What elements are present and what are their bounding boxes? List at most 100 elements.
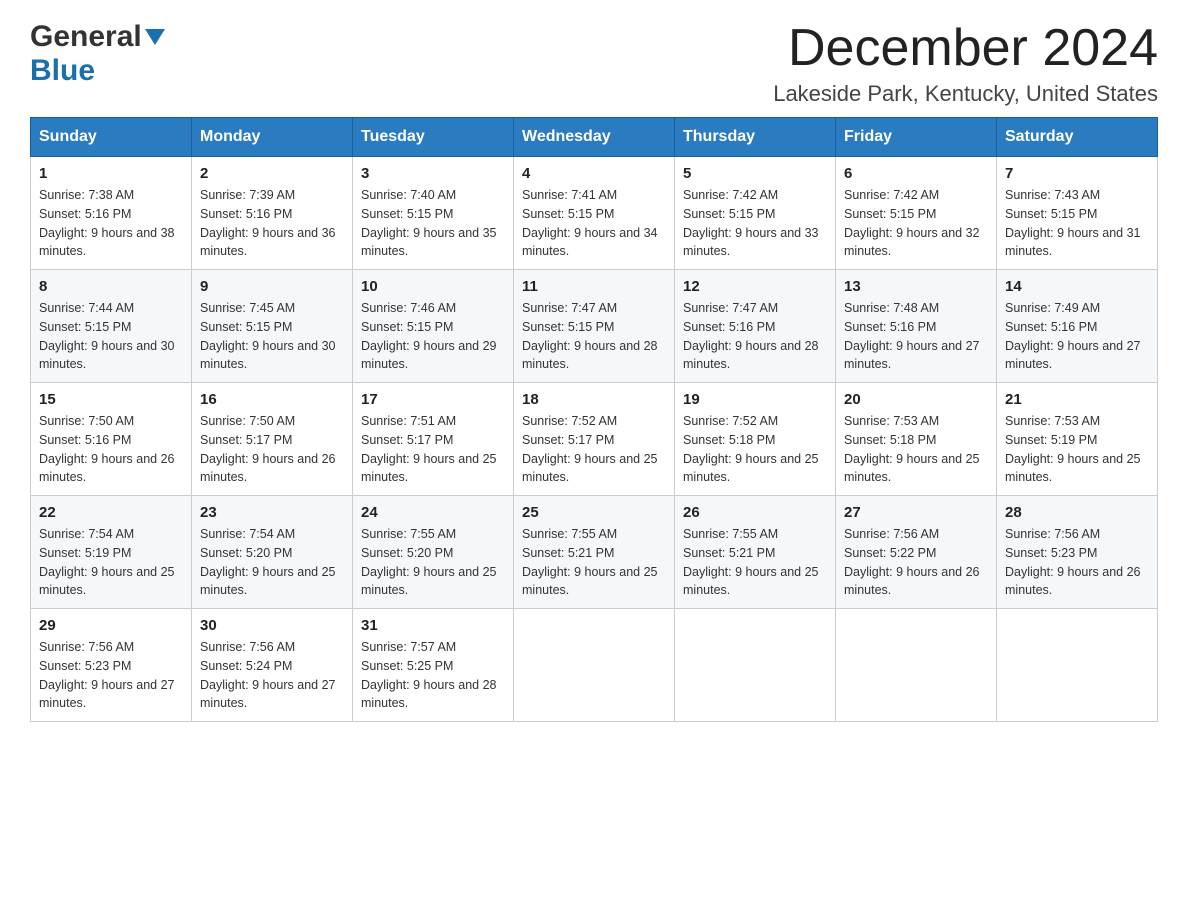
day-of-week-header: Tuesday <box>353 118 514 157</box>
day-number: 8 <box>39 278 183 295</box>
day-info: Sunrise: 7:43 AM Sunset: 5:15 PM Dayligh… <box>1005 186 1149 261</box>
day-number: 24 <box>361 504 505 521</box>
calendar-day-cell <box>997 609 1158 722</box>
day-number: 19 <box>683 391 827 408</box>
day-number: 29 <box>39 617 183 634</box>
day-number: 1 <box>39 165 183 182</box>
day-info: Sunrise: 7:50 AM Sunset: 5:17 PM Dayligh… <box>200 412 344 487</box>
day-info: Sunrise: 7:54 AM Sunset: 5:20 PM Dayligh… <box>200 525 344 600</box>
day-info: Sunrise: 7:53 AM Sunset: 5:18 PM Dayligh… <box>844 412 988 487</box>
logo-triangle-icon <box>145 27 165 52</box>
day-of-week-header: Thursday <box>675 118 836 157</box>
calendar-day-cell: 23 Sunrise: 7:54 AM Sunset: 5:20 PM Dayl… <box>192 496 353 609</box>
day-number: 15 <box>39 391 183 408</box>
day-of-week-header: Monday <box>192 118 353 157</box>
day-number: 11 <box>522 278 666 295</box>
calendar-day-cell: 20 Sunrise: 7:53 AM Sunset: 5:18 PM Dayl… <box>836 383 997 496</box>
day-info: Sunrise: 7:56 AM Sunset: 5:22 PM Dayligh… <box>844 525 988 600</box>
calendar-day-cell: 1 Sunrise: 7:38 AM Sunset: 5:16 PM Dayli… <box>31 157 192 270</box>
day-info: Sunrise: 7:55 AM Sunset: 5:21 PM Dayligh… <box>522 525 666 600</box>
day-number: 23 <box>200 504 344 521</box>
location-title: Lakeside Park, Kentucky, United States <box>773 81 1158 107</box>
day-number: 26 <box>683 504 827 521</box>
day-info: Sunrise: 7:51 AM Sunset: 5:17 PM Dayligh… <box>361 412 505 487</box>
calendar-day-cell: 29 Sunrise: 7:56 AM Sunset: 5:23 PM Dayl… <box>31 609 192 722</box>
day-info: Sunrise: 7:38 AM Sunset: 5:16 PM Dayligh… <box>39 186 183 261</box>
calendar-day-cell: 31 Sunrise: 7:57 AM Sunset: 5:25 PM Dayl… <box>353 609 514 722</box>
day-number: 13 <box>844 278 988 295</box>
day-info: Sunrise: 7:53 AM Sunset: 5:19 PM Dayligh… <box>1005 412 1149 487</box>
month-title: December 2024 <box>773 20 1158 77</box>
day-of-week-header: Saturday <box>997 118 1158 157</box>
day-number: 31 <box>361 617 505 634</box>
calendar-week-row: 15 Sunrise: 7:50 AM Sunset: 5:16 PM Dayl… <box>31 383 1158 496</box>
calendar-day-cell: 4 Sunrise: 7:41 AM Sunset: 5:15 PM Dayli… <box>514 157 675 270</box>
calendar-day-cell: 28 Sunrise: 7:56 AM Sunset: 5:23 PM Dayl… <box>997 496 1158 609</box>
day-info: Sunrise: 7:47 AM Sunset: 5:15 PM Dayligh… <box>522 299 666 374</box>
calendar-day-cell: 17 Sunrise: 7:51 AM Sunset: 5:17 PM Dayl… <box>353 383 514 496</box>
calendar-day-cell: 7 Sunrise: 7:43 AM Sunset: 5:15 PM Dayli… <box>997 157 1158 270</box>
day-info: Sunrise: 7:52 AM Sunset: 5:17 PM Dayligh… <box>522 412 666 487</box>
calendar-day-cell: 13 Sunrise: 7:48 AM Sunset: 5:16 PM Dayl… <box>836 270 997 383</box>
calendar-day-cell: 27 Sunrise: 7:56 AM Sunset: 5:22 PM Dayl… <box>836 496 997 609</box>
day-info: Sunrise: 7:39 AM Sunset: 5:16 PM Dayligh… <box>200 186 344 261</box>
title-section: December 2024 Lakeside Park, Kentucky, U… <box>773 20 1158 107</box>
logo-general-text: General <box>30 20 142 54</box>
day-info: Sunrise: 7:52 AM Sunset: 5:18 PM Dayligh… <box>683 412 827 487</box>
day-number: 10 <box>361 278 505 295</box>
calendar-day-cell: 2 Sunrise: 7:39 AM Sunset: 5:16 PM Dayli… <box>192 157 353 270</box>
day-info: Sunrise: 7:54 AM Sunset: 5:19 PM Dayligh… <box>39 525 183 600</box>
day-number: 20 <box>844 391 988 408</box>
page-header: General Blue December 2024 Lakeside Park… <box>30 20 1158 107</box>
calendar-week-row: 29 Sunrise: 7:56 AM Sunset: 5:23 PM Dayl… <box>31 609 1158 722</box>
calendar-day-cell: 21 Sunrise: 7:53 AM Sunset: 5:19 PM Dayl… <box>997 383 1158 496</box>
calendar-header-row: SundayMondayTuesdayWednesdayThursdayFrid… <box>31 118 1158 157</box>
day-number: 25 <box>522 504 666 521</box>
day-info: Sunrise: 7:56 AM Sunset: 5:23 PM Dayligh… <box>39 638 183 713</box>
day-number: 28 <box>1005 504 1149 521</box>
day-info: Sunrise: 7:55 AM Sunset: 5:20 PM Dayligh… <box>361 525 505 600</box>
calendar-day-cell <box>836 609 997 722</box>
calendar-day-cell: 15 Sunrise: 7:50 AM Sunset: 5:16 PM Dayl… <box>31 383 192 496</box>
day-number: 7 <box>1005 165 1149 182</box>
calendar-day-cell: 10 Sunrise: 7:46 AM Sunset: 5:15 PM Dayl… <box>353 270 514 383</box>
calendar-day-cell: 22 Sunrise: 7:54 AM Sunset: 5:19 PM Dayl… <box>31 496 192 609</box>
day-of-week-header: Wednesday <box>514 118 675 157</box>
day-number: 30 <box>200 617 344 634</box>
day-number: 12 <box>683 278 827 295</box>
calendar-week-row: 1 Sunrise: 7:38 AM Sunset: 5:16 PM Dayli… <box>31 157 1158 270</box>
calendar-day-cell: 5 Sunrise: 7:42 AM Sunset: 5:15 PM Dayli… <box>675 157 836 270</box>
day-info: Sunrise: 7:44 AM Sunset: 5:15 PM Dayligh… <box>39 299 183 374</box>
day-info: Sunrise: 7:49 AM Sunset: 5:16 PM Dayligh… <box>1005 299 1149 374</box>
day-number: 6 <box>844 165 988 182</box>
day-info: Sunrise: 7:56 AM Sunset: 5:23 PM Dayligh… <box>1005 525 1149 600</box>
day-info: Sunrise: 7:42 AM Sunset: 5:15 PM Dayligh… <box>844 186 988 261</box>
day-info: Sunrise: 7:40 AM Sunset: 5:15 PM Dayligh… <box>361 186 505 261</box>
calendar-week-row: 22 Sunrise: 7:54 AM Sunset: 5:19 PM Dayl… <box>31 496 1158 609</box>
calendar-week-row: 8 Sunrise: 7:44 AM Sunset: 5:15 PM Dayli… <box>31 270 1158 383</box>
day-number: 5 <box>683 165 827 182</box>
day-number: 3 <box>361 165 505 182</box>
calendar-day-cell: 25 Sunrise: 7:55 AM Sunset: 5:21 PM Dayl… <box>514 496 675 609</box>
calendar-day-cell: 6 Sunrise: 7:42 AM Sunset: 5:15 PM Dayli… <box>836 157 997 270</box>
calendar-day-cell: 12 Sunrise: 7:47 AM Sunset: 5:16 PM Dayl… <box>675 270 836 383</box>
calendar-day-cell: 3 Sunrise: 7:40 AM Sunset: 5:15 PM Dayli… <box>353 157 514 270</box>
day-number: 27 <box>844 504 988 521</box>
day-info: Sunrise: 7:46 AM Sunset: 5:15 PM Dayligh… <box>361 299 505 374</box>
day-number: 4 <box>522 165 666 182</box>
calendar-day-cell: 16 Sunrise: 7:50 AM Sunset: 5:17 PM Dayl… <box>192 383 353 496</box>
day-number: 14 <box>1005 278 1149 295</box>
day-info: Sunrise: 7:56 AM Sunset: 5:24 PM Dayligh… <box>200 638 344 713</box>
calendar-day-cell: 18 Sunrise: 7:52 AM Sunset: 5:17 PM Dayl… <box>514 383 675 496</box>
calendar-day-cell: 30 Sunrise: 7:56 AM Sunset: 5:24 PM Dayl… <box>192 609 353 722</box>
day-info: Sunrise: 7:41 AM Sunset: 5:15 PM Dayligh… <box>522 186 666 261</box>
logo: General Blue <box>30 20 165 88</box>
day-number: 16 <box>200 391 344 408</box>
calendar-day-cell <box>675 609 836 722</box>
day-number: 2 <box>200 165 344 182</box>
calendar-day-cell: 24 Sunrise: 7:55 AM Sunset: 5:20 PM Dayl… <box>353 496 514 609</box>
logo-blue-text: Blue <box>30 54 95 87</box>
day-of-week-header: Friday <box>836 118 997 157</box>
day-info: Sunrise: 7:50 AM Sunset: 5:16 PM Dayligh… <box>39 412 183 487</box>
day-number: 21 <box>1005 391 1149 408</box>
